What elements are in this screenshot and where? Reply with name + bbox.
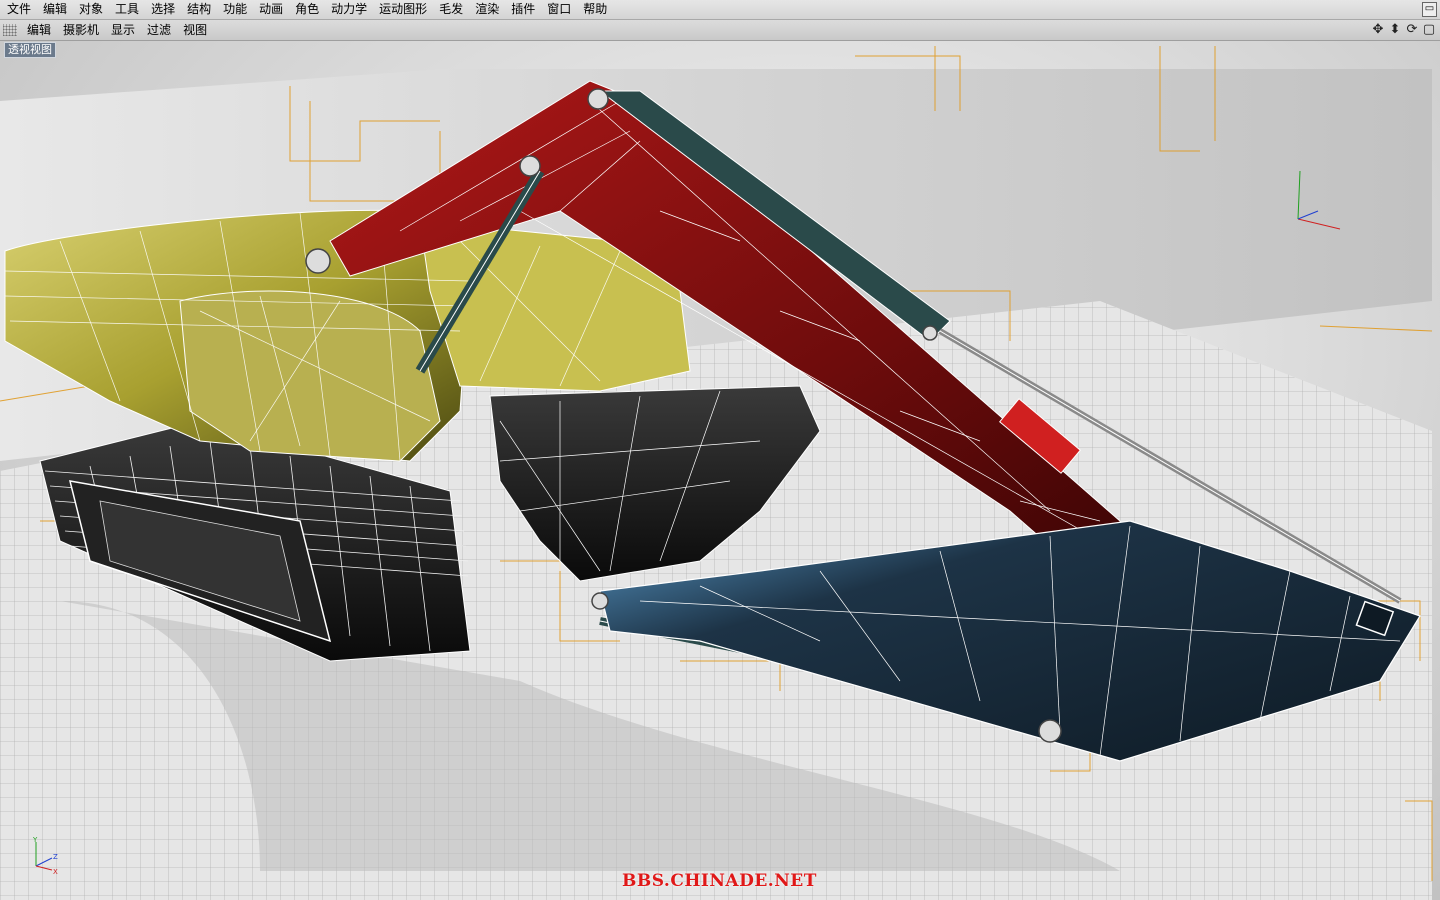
panel-grip-icon[interactable]	[3, 24, 17, 36]
view-menu-filter[interactable]: 过滤	[141, 20, 177, 40]
menu-mograph[interactable]: 运动图形	[373, 0, 433, 19]
view-menu-camera[interactable]: 摄影机	[57, 20, 105, 40]
maximize-view-icon[interactable]: ▢	[1422, 23, 1436, 37]
menu-structure[interactable]: 结构	[181, 0, 217, 19]
menu-help[interactable]: 帮助	[577, 0, 613, 19]
view-menu-display[interactable]: 显示	[105, 20, 141, 40]
svg-text:Y: Y	[32, 836, 38, 844]
zoom-view-icon[interactable]: ⬍	[1388, 23, 1402, 37]
close-window-icon[interactable]: ▭	[1422, 2, 1437, 17]
move-view-icon[interactable]: ✥	[1371, 23, 1385, 37]
perspective-viewport[interactable]: 透视视图 Y Z X BBS.CHINADE.NET	[0, 41, 1440, 900]
view-menu-edit[interactable]: 编辑	[21, 20, 57, 40]
menu-animation[interactable]: 动画	[253, 0, 289, 19]
menu-plugins[interactable]: 插件	[505, 0, 541, 19]
axis-indicator-icon: Y Z X	[32, 836, 58, 876]
view-menu-view[interactable]: 视图	[177, 20, 213, 40]
menu-select[interactable]: 选择	[145, 0, 181, 19]
viewport-menubar: 编辑 摄影机 显示 过滤 视图 ✥ ⬍ ⟳ ▢	[0, 20, 1440, 41]
menu-tools[interactable]: 工具	[109, 0, 145, 19]
scene-render	[0, 46, 1433, 900]
viewport-label[interactable]: 透视视图	[4, 42, 56, 58]
menu-hair[interactable]: 毛发	[433, 0, 469, 19]
svg-text:Z: Z	[53, 853, 58, 861]
menu-render[interactable]: 渲染	[469, 0, 505, 19]
rotate-view-icon[interactable]: ⟳	[1405, 23, 1419, 37]
menu-window[interactable]: 窗口	[541, 0, 577, 19]
menu-dynamics[interactable]: 动力学	[325, 0, 373, 19]
menu-object[interactable]: 对象	[73, 0, 109, 19]
watermark-text: BBS.CHINADE.NET	[622, 871, 817, 891]
menu-file[interactable]: 文件	[0, 0, 37, 19]
menu-edit[interactable]: 编辑	[37, 0, 73, 19]
main-menubar: 文件 编辑 对象 工具 选择 结构 功能 动画 角色 动力学 运动图形 毛发 渲…	[0, 0, 1440, 20]
viewport-nav-icons: ✥ ⬍ ⟳ ▢	[1371, 20, 1436, 40]
svg-text:X: X	[53, 868, 58, 876]
menu-functions[interactable]: 功能	[217, 0, 253, 19]
menu-character[interactable]: 角色	[289, 0, 325, 19]
